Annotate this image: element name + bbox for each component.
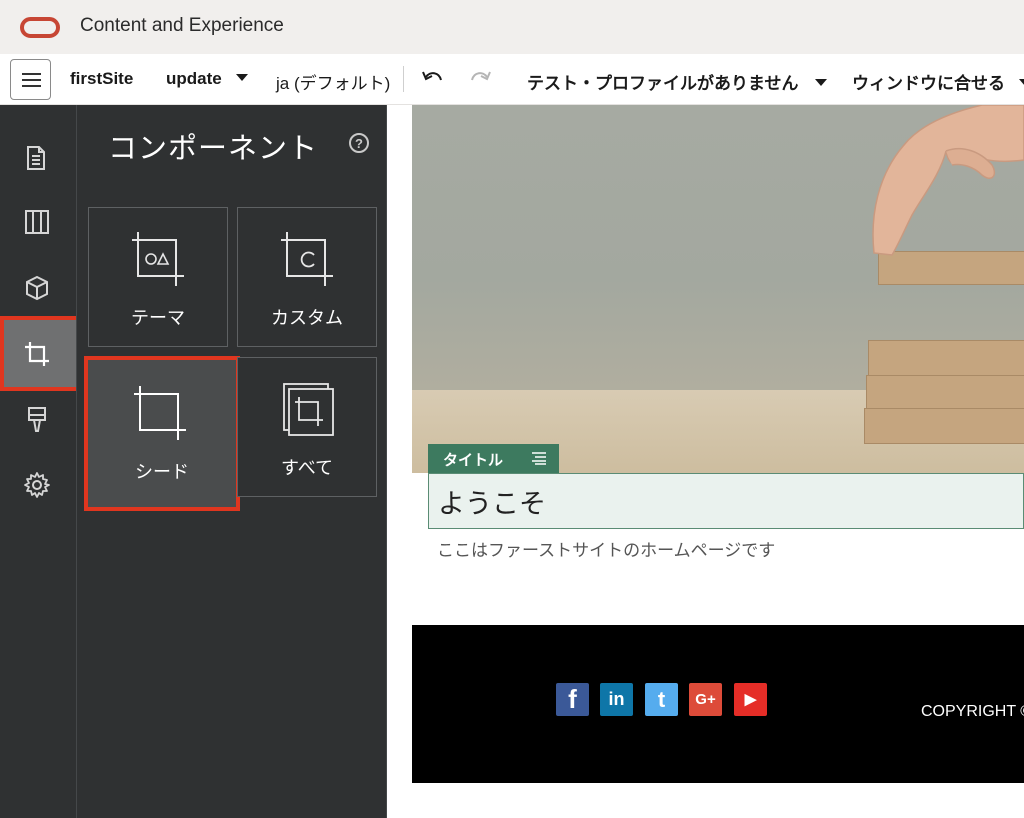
twitter-icon[interactable]: t — [645, 683, 678, 716]
chevron-down-icon — [814, 79, 827, 87]
app-title: Content and Experience — [80, 15, 284, 36]
cube-icon[interactable] — [22, 273, 52, 303]
paint-brush-icon[interactable] — [22, 404, 52, 434]
page-heading[interactable]: ようこそ — [438, 482, 546, 521]
google-plus-icon[interactable]: G+ — [689, 683, 722, 716]
tile-custom[interactable]: カスタム — [237, 207, 377, 347]
tile-label: すべて — [280, 458, 334, 479]
chevron-down-icon — [235, 74, 248, 82]
all-crop-icon — [283, 383, 334, 436]
tile-all[interactable]: すべて — [237, 357, 377, 497]
seed-crop-icon — [134, 386, 186, 440]
language-selector[interactable]: ja (デフォルト) — [276, 69, 390, 94]
facebook-icon[interactable]: f — [556, 683, 589, 716]
crop-icon[interactable] — [22, 339, 52, 369]
profile-label: テスト・プロファイルがありません — [527, 74, 799, 93]
hero-image[interactable] — [412, 105, 1024, 473]
page-subtitle[interactable]: ここはファーストサイトのホームページです — [437, 536, 775, 561]
tile-seed[interactable]: シード — [84, 356, 240, 511]
gear-icon[interactable] — [22, 470, 52, 500]
site-name[interactable]: firstSite — [70, 69, 133, 89]
redo-icon[interactable] — [468, 68, 492, 90]
component-menu-icon[interactable] — [532, 452, 546, 465]
layout-icon[interactable] — [22, 207, 52, 237]
custom-crop-icon — [281, 232, 333, 286]
help-icon[interactable]: ? — [349, 133, 369, 153]
hamburger-menu-button[interactable] — [10, 59, 51, 100]
tile-theme[interactable]: テーマ — [88, 207, 228, 347]
oracle-logo-icon[interactable] — [20, 17, 60, 38]
theme-crop-icon — [132, 232, 184, 286]
tile-label: シード — [135, 462, 189, 483]
copyright-text: COPYRIGHT © — [921, 703, 1024, 720]
tile-label: カスタム — [271, 308, 343, 329]
linkedin-icon[interactable]: in — [600, 683, 633, 716]
toolbar-divider — [403, 66, 404, 92]
test-profile-dropdown[interactable]: テスト・プロファイルがありません — [527, 69, 827, 94]
pages-icon[interactable] — [22, 143, 52, 173]
wood-block — [866, 375, 1024, 411]
undo-icon[interactable] — [421, 68, 445, 90]
title-tag-label: タイトル — [443, 451, 504, 469]
chevron-down-icon — [1019, 79, 1024, 87]
fit-window-dropdown[interactable]: ウィンドウに合せる — [852, 69, 1024, 94]
tile-label: テーマ — [131, 308, 185, 329]
wood-block — [868, 340, 1024, 376]
fit-label: ウィンドウに合せる — [852, 74, 1005, 93]
update-dropdown[interactable]: update — [166, 69, 248, 89]
update-label: update — [166, 69, 222, 88]
panel-title: コンポーネント — [108, 131, 319, 165]
wood-block — [864, 408, 1024, 444]
hand-image — [872, 105, 1024, 256]
youtube-icon[interactable]: ▶ — [734, 683, 767, 716]
